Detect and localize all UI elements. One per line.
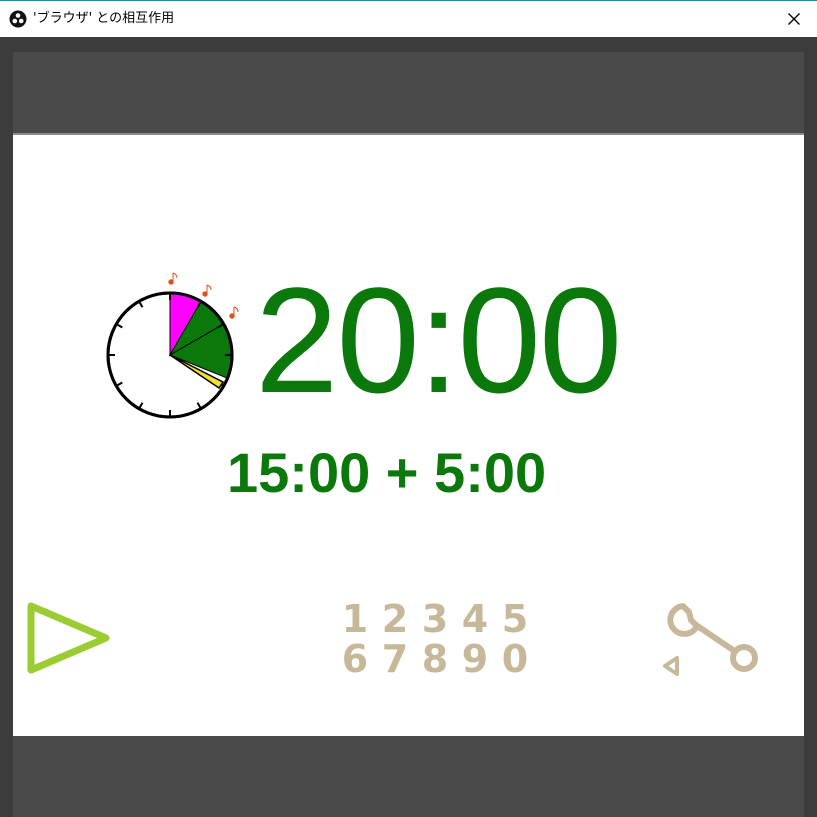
- digit-key-1[interactable]: 1: [335, 599, 375, 639]
- obs-icon: [9, 10, 27, 28]
- main-time-display: 20:00: [255, 256, 622, 424]
- close-button[interactable]: [771, 1, 817, 37]
- digit-pad: 1 2 3 4 5 6 7 8 9 0: [335, 599, 535, 679]
- digit-key-9[interactable]: 9: [455, 639, 495, 679]
- digit-key-5[interactable]: 5: [495, 599, 535, 639]
- title-bar: 'ブラウザ' との相互作用: [0, 0, 817, 37]
- wrench-icon[interactable]: [663, 600, 768, 678]
- digit-key-2[interactable]: 2: [375, 599, 415, 639]
- digit-key-7[interactable]: 7: [375, 639, 415, 679]
- digit-key-0[interactable]: 0: [495, 639, 535, 679]
- digit-key-8[interactable]: 8: [415, 639, 455, 679]
- digit-key-6[interactable]: 6: [335, 639, 375, 679]
- digit-key-4[interactable]: 4: [455, 599, 495, 639]
- play-icon[interactable]: [26, 601, 112, 675]
- close-icon: [788, 13, 800, 25]
- time-breakdown: 15:00 + 5:00: [227, 441, 547, 504]
- digit-key-3[interactable]: 3: [415, 599, 455, 639]
- timer-stage: 20:00 15:00 + 5:00 1 2 3 4 5 6 7 8 9 0: [13, 133, 804, 736]
- clock-icon: [106, 272, 239, 419]
- window-title: 'ブラウザ' との相互作用: [33, 11, 175, 26]
